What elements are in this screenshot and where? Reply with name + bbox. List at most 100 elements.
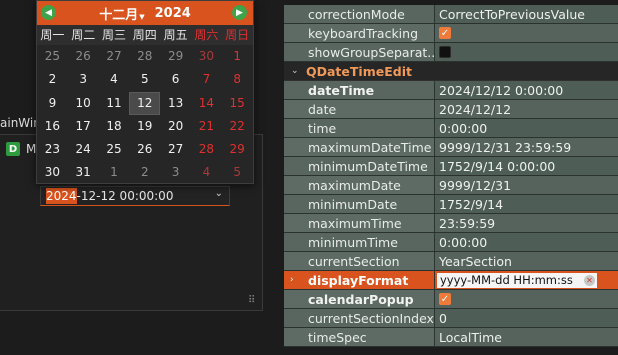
calendar-day[interactable]: 31 <box>68 161 99 184</box>
weekday-header: 周五 <box>163 28 188 42</box>
display-format-input[interactable]: yyyy-MM-dd HH:mm:ss ✕ <box>437 273 597 288</box>
calendar-day[interactable]: 27 <box>99 45 130 68</box>
property-checkbox[interactable]: ✓ <box>439 27 451 39</box>
calendar-day[interactable]: 3 <box>68 68 99 91</box>
calendar-day[interactable]: 1 <box>99 161 130 184</box>
property-value[interactable]: 9999/12/31 <box>434 176 618 194</box>
property-value[interactable]: 1752/9/14 <box>434 195 618 213</box>
size-grip[interactable]: ⠿ <box>248 295 255 306</box>
calendar-day[interactable]: 3 <box>160 161 191 184</box>
property-value <box>434 43 618 61</box>
property-row[interactable]: maximumDate 9999/12/31 <box>284 176 618 195</box>
calendar-day[interactable]: 28 <box>191 138 222 161</box>
calendar-day[interactable]: 30 <box>37 161 68 184</box>
property-name: maximumDateTime <box>284 138 434 156</box>
property-name: maximumTime <box>284 214 434 232</box>
calendar-popup: ◀ 十二月▼ 2024 ▶ 周一 周二 周三 周四 周五 周六 周日 25 26 27 28 29 3… <box>36 0 254 184</box>
property-group-label: QDateTimeEdit <box>306 64 412 79</box>
property-row[interactable]: keyboardTracking ✓ <box>284 24 618 43</box>
calendar-day[interactable]: 17 <box>68 115 99 138</box>
calendar-day[interactable]: 12 <box>129 91 161 115</box>
calendar-day[interactable]: 19 <box>129 115 160 138</box>
property-value[interactable]: 1752/9/14 0:00:00 <box>434 157 618 175</box>
property-row[interactable]: date 2024/12/12 <box>284 100 618 119</box>
calendar-day[interactable]: 28 <box>129 45 160 68</box>
calendar-day[interactable]: 24 <box>68 138 99 161</box>
object-tree-item[interactable]: D M <box>6 141 36 157</box>
property-value[interactable]: 2024/12/12 <box>434 100 618 118</box>
property-row[interactable]: time 0:00:00 <box>284 119 618 138</box>
calendar-day[interactable]: 27 <box>160 138 191 161</box>
property-value[interactable]: YearSection <box>434 252 618 270</box>
property-row[interactable]: minimumDateTime 1752/9/14 0:00:00 <box>284 157 618 176</box>
object-tree-item-label: M <box>26 142 37 156</box>
calendar-day[interactable]: 7 <box>191 68 222 91</box>
calendar-day[interactable]: 15 <box>222 92 253 115</box>
calendar-year[interactable]: 2024 <box>155 6 191 21</box>
calendar-day[interactable]: 26 <box>68 45 99 68</box>
calendar-day[interactable]: 11 <box>99 92 130 115</box>
property-row[interactable]: minimumTime 0:00:00 <box>284 233 618 252</box>
property-value[interactable]: 0:00:00 <box>434 233 618 251</box>
calendar-day[interactable]: 25 <box>99 138 130 161</box>
calendar-day[interactable]: 29 <box>222 138 253 161</box>
property-group-header[interactable]: ⌄ QDateTimeEdit <box>284 62 618 81</box>
calendar-day[interactable]: 9 <box>37 92 68 115</box>
clear-icon[interactable]: ✕ <box>584 275 595 286</box>
calendar-day[interactable]: 23 <box>37 138 68 161</box>
calendar-day[interactable]: 22 <box>222 115 253 138</box>
property-name: minimumDateTime <box>284 157 434 175</box>
calendar-day[interactable]: 13 <box>160 92 191 115</box>
calendar-day[interactable]: 10 <box>68 92 99 115</box>
calendar-day[interactable]: 30 <box>191 45 222 68</box>
chevron-down-icon[interactable]: ⌄ <box>215 188 223 199</box>
property-value[interactable]: 23:59:59 <box>434 214 618 232</box>
property-row[interactable]: correctionMode CorrectToPreviousValue <box>284 5 618 24</box>
property-row[interactable]: timeSpec LocalTime <box>284 328 618 347</box>
property-value[interactable]: 2024/12/12 0:00:00 <box>434 81 618 99</box>
chevron-right-icon[interactable]: › <box>290 271 294 290</box>
property-row[interactable]: calendarPopup ✓ <box>284 290 618 309</box>
property-row[interactable]: showGroupSeparat... <box>284 43 618 62</box>
property-value[interactable]: 9999/12/31 23:59:59 <box>434 138 618 156</box>
calendar-day[interactable]: 5 <box>222 161 253 184</box>
property-value[interactable]: LocalTime <box>434 328 618 346</box>
weekday-header: 周一 <box>40 28 65 42</box>
property-name: displayFormat <box>284 271 434 289</box>
calendar-day[interactable]: 8 <box>222 68 253 91</box>
property-value[interactable]: CorrectToPreviousValue <box>434 5 618 23</box>
calendar-day[interactable]: 5 <box>129 68 160 91</box>
calendar-day[interactable]: 4 <box>99 68 130 91</box>
property-row[interactable]: currentSection YearSection <box>284 252 618 271</box>
calendar-day[interactable]: 21 <box>191 115 222 138</box>
next-month-button[interactable]: ▶ <box>232 5 247 20</box>
calendar-day[interactable]: 6 <box>160 68 191 91</box>
calendar-day[interactable]: 25 <box>37 45 68 68</box>
datetime-edit-field[interactable]: 2024 -12-12 00:00:00 ⌄ <box>40 186 230 206</box>
calendar-day[interactable]: 16 <box>37 115 68 138</box>
property-checkbox[interactable]: ✓ <box>439 293 451 305</box>
month-selector[interactable]: 十二月▼ <box>99 4 144 23</box>
calendar-day[interactable]: 18 <box>99 115 130 138</box>
property-name: dateTime <box>284 81 434 99</box>
property-name: keyboardTracking <box>284 24 434 42</box>
property-checkbox[interactable] <box>439 46 451 58</box>
calendar-day[interactable]: 2 <box>129 161 160 184</box>
calendar-day[interactable]: 2 <box>37 68 68 91</box>
calendar-day[interactable]: 1 <box>222 45 253 68</box>
calendar-day[interactable]: 26 <box>129 138 160 161</box>
calendar-day[interactable]: 4 <box>191 161 222 184</box>
property-row[interactable]: currentSectionIndex 0 <box>284 309 618 328</box>
property-value[interactable]: 0:00:00 <box>434 119 618 137</box>
calendar-day[interactable]: 20 <box>160 115 191 138</box>
property-row[interactable]: displayFormat yyyy-MM-dd HH:mm:ss ✕ › <box>284 271 618 290</box>
calendar-day[interactable]: 29 <box>160 45 191 68</box>
calendar-day[interactable]: 14 <box>191 92 222 115</box>
chevron-down-icon[interactable]: ⌄ <box>291 62 299 81</box>
property-row[interactable]: maximumDateTime 9999/12/31 23:59:59 <box>284 138 618 157</box>
property-row[interactable]: dateTime 2024/12/12 0:00:00 <box>284 81 618 100</box>
prev-month-button[interactable]: ◀ <box>41 5 56 20</box>
property-value[interactable]: 0 <box>434 309 618 327</box>
property-row[interactable]: minimumDate 1752/9/14 <box>284 195 618 214</box>
property-row[interactable]: maximumTime 23:59:59 <box>284 214 618 233</box>
